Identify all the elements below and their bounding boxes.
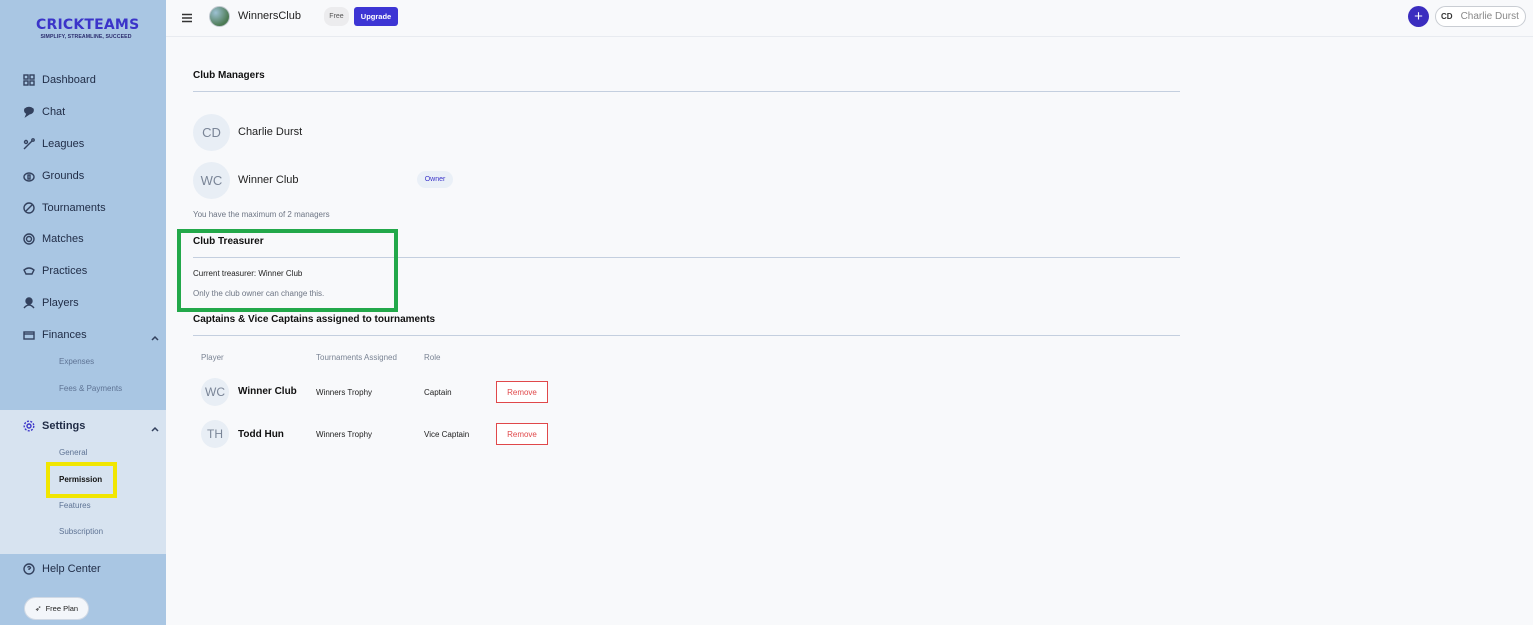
rocket-icon: ➶ — [34, 604, 42, 613]
user-menu[interactable]: CD Charlie Durst — [1435, 6, 1526, 27]
column-header-role: Role — [424, 353, 441, 362]
tournament-name: Winners Trophy — [316, 388, 373, 397]
add-button[interactable]: + — [1408, 6, 1429, 27]
remove-button[interactable]: Remove — [496, 381, 548, 403]
sidebar-item-finances[interactable]: Finances — [22, 325, 87, 345]
grounds-icon — [22, 170, 35, 183]
sidebar-item-label: Dashboard — [42, 74, 96, 86]
user-name: Charlie Durst — [1460, 11, 1519, 22]
sidebar-item-practices[interactable]: Practices — [22, 261, 87, 281]
tournament-name: Winners Trophy — [316, 430, 373, 439]
sidebar-item-label: Finances — [42, 329, 87, 341]
highlight-box-green — [177, 229, 398, 312]
sidebar-subitem-expenses[interactable]: Expenses — [59, 357, 94, 366]
club-name[interactable]: WinnersClub — [238, 10, 301, 22]
sidebar-item-dashboard[interactable]: Dashboard — [22, 70, 96, 90]
free-plan-label: Free Plan — [45, 604, 79, 613]
avatar: CD — [193, 114, 230, 151]
sidebar-item-label: Grounds — [42, 170, 85, 182]
sidebar-item-help-center[interactable]: Help Center — [22, 559, 101, 579]
leagues-icon — [22, 138, 35, 151]
sidebar-item-grounds[interactable]: Grounds — [22, 166, 84, 186]
logo-tagline: SIMPLIFY, STREAMLINE, SUCCEED — [40, 34, 132, 40]
sidebar-item-label: Players — [42, 297, 79, 309]
sidebar-item-label: Matches — [42, 233, 84, 245]
manager-name: Charlie Durst — [238, 126, 303, 138]
finances-icon — [22, 329, 35, 342]
help-icon — [22, 563, 35, 576]
divider — [193, 91, 1180, 92]
sidebar-item-label: Help Center — [42, 563, 101, 575]
free-plan-button[interactable]: ➶ Free Plan — [24, 597, 89, 620]
sidebar-item-label: Tournaments — [42, 202, 106, 214]
sidebar-item-players[interactable]: Players — [22, 293, 79, 313]
sidebar-item-leagues[interactable]: Leagues — [22, 134, 84, 154]
sidebar: CRICKTEAMS SIMPLIFY, STREAMLINE, SUCCEED… — [0, 0, 166, 625]
sidebar-item-label: Leagues — [42, 138, 85, 150]
column-header-tournaments: Tournaments Assigned — [316, 353, 397, 362]
tournaments-icon — [22, 202, 35, 215]
sidebar-item-chat[interactable]: Chat — [22, 102, 65, 122]
sidebar-item-matches[interactable]: Matches — [22, 229, 84, 249]
sidebar-item-settings[interactable]: Settings — [22, 416, 85, 436]
logo[interactable]: CRICKTEAMS SIMPLIFY, STREAMLINE, SUCCEED — [36, 17, 140, 40]
sidebar-subitem-fees-payments[interactable]: Fees & Payments — [59, 384, 122, 393]
dashboard-icon — [22, 74, 35, 87]
section-title-club-managers: Club Managers — [193, 70, 265, 81]
club-avatar[interactable] — [209, 6, 230, 27]
sidebar-item-label: Chat — [42, 106, 66, 118]
role: Vice Captain — [424, 430, 470, 439]
avatar: TH — [201, 420, 229, 448]
role: Captain — [424, 388, 452, 397]
matches-icon — [22, 233, 35, 246]
sidebar-subitem-subscription[interactable]: Subscription — [59, 527, 103, 536]
hamburger-menu-icon[interactable] — [181, 11, 193, 23]
remove-button[interactable]: Remove — [496, 423, 548, 445]
player-name: Todd Hun — [238, 429, 284, 440]
players-icon — [22, 297, 35, 310]
sidebar-subitem-general[interactable]: General — [59, 448, 87, 457]
owner-badge: Owner — [417, 171, 453, 188]
avatar: WC — [201, 378, 229, 406]
player-name: Winner Club — [238, 386, 297, 397]
topbar: WinnersClub Free Upgrade + CD Charlie Du… — [166, 0, 1533, 37]
chevron-up-icon[interactable] — [150, 330, 160, 341]
sidebar-subitem-features[interactable]: Features — [59, 501, 91, 510]
sidebar-item-tournaments[interactable]: Tournaments — [22, 198, 106, 218]
chat-icon — [22, 106, 35, 119]
highlight-box-yellow — [46, 462, 117, 498]
gear-icon — [22, 420, 35, 433]
plan-badge: Free — [324, 7, 349, 26]
divider — [193, 335, 1180, 336]
logo-title: CRICKTEAMS — [36, 17, 140, 33]
manager-name: Winner Club — [238, 174, 299, 186]
section-title-captains: Captains & Vice Captains assigned to tou… — [193, 314, 436, 325]
avatar: WC — [193, 162, 230, 199]
managers-limit-note: You have the maximum of 2 managers — [193, 210, 330, 219]
sidebar-item-label: Settings — [42, 420, 86, 432]
avatar: CD — [1441, 12, 1453, 21]
chevron-up-icon[interactable] — [150, 421, 160, 432]
upgrade-button[interactable]: Upgrade — [354, 7, 398, 26]
column-header-player: Player — [201, 353, 224, 362]
practices-icon — [22, 265, 35, 278]
sidebar-item-label: Practices — [42, 265, 88, 277]
